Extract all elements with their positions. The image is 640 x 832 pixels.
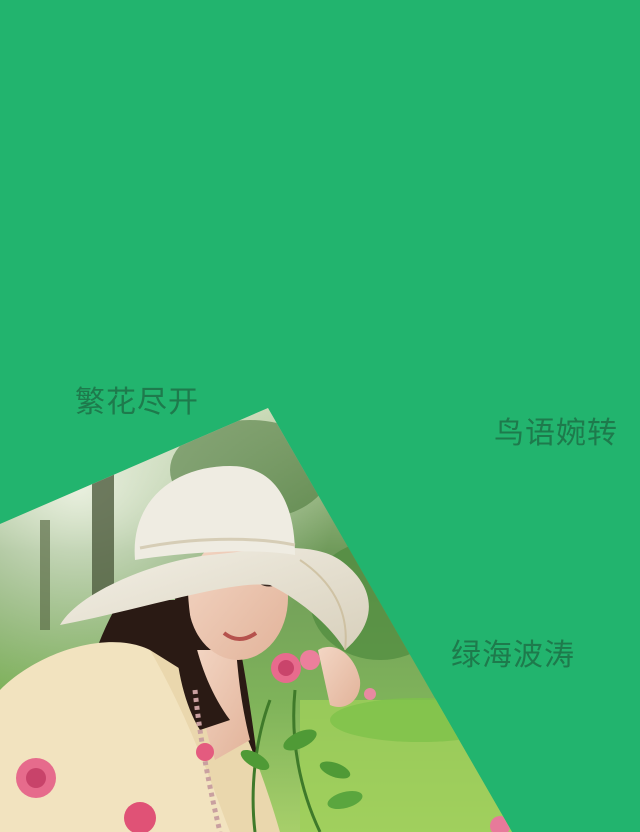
caption-birdsong: 鸟语婉转 — [494, 416, 618, 451]
poster-page: 繁花尽开 鸟语婉转 绿海波涛 — [0, 0, 640, 832]
caption-green-sea-waves: 绿海波涛 — [451, 638, 575, 673]
caption-flowers-in-bloom: 繁花尽开 — [75, 385, 199, 420]
